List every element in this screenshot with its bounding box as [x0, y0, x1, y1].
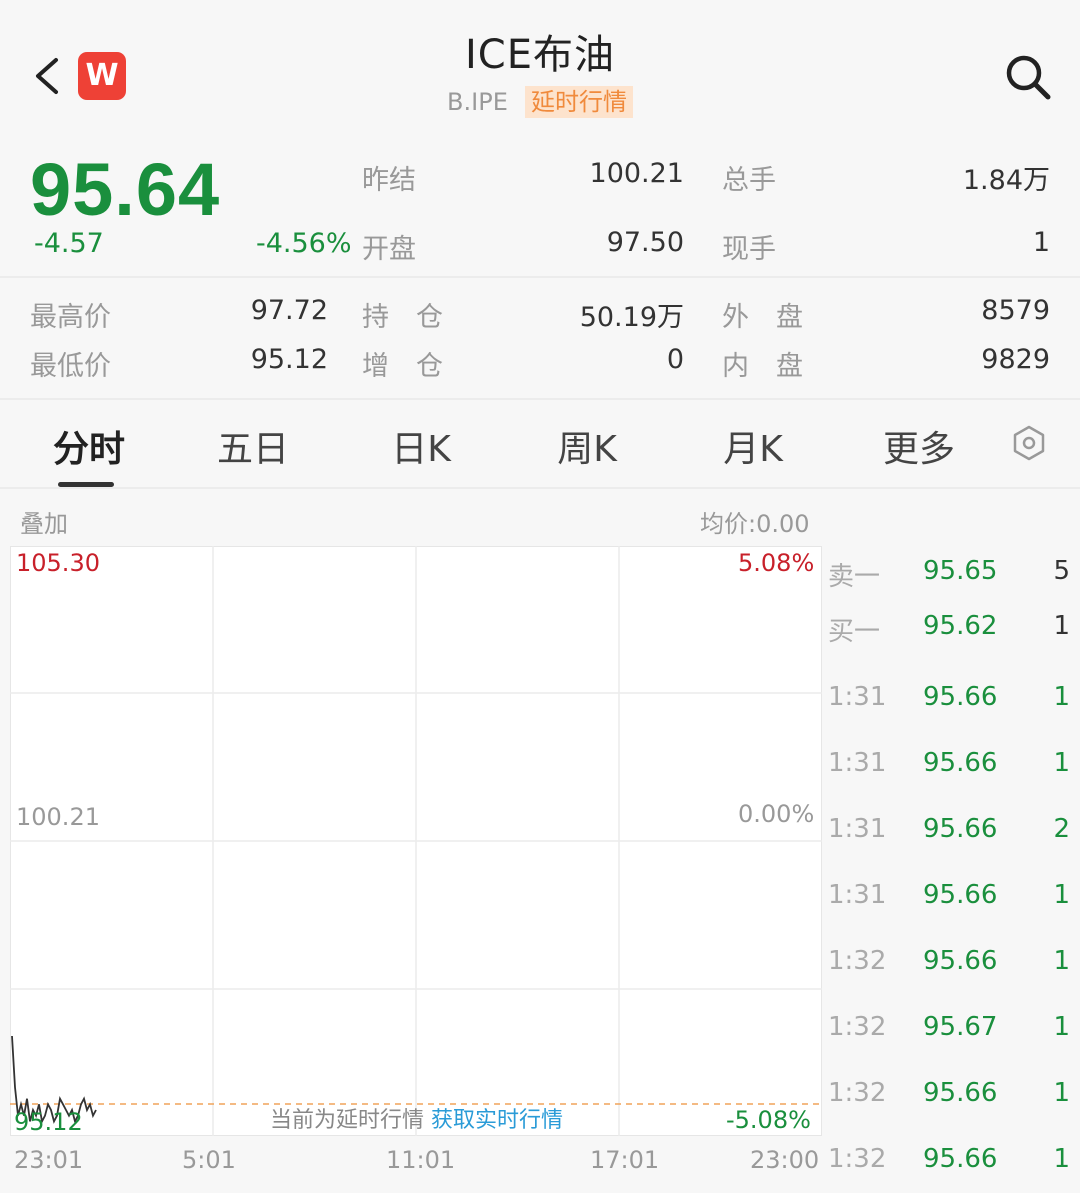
tab-more[interactable]: 更多 — [854, 420, 984, 472]
y-axis-bottom-label: 95.12 — [14, 1108, 83, 1136]
last-price: 95.64 — [30, 148, 221, 231]
delay-notice-text: 当前为延时行情 — [270, 1108, 425, 1133]
x-axis-tick: 5:01 — [182, 1146, 236, 1174]
settings-icon[interactable] — [1010, 424, 1048, 462]
tick-row: 1:32 95.66 1 — [828, 1144, 1080, 1184]
tab-intraday[interactable]: 分时 — [24, 420, 154, 472]
tick-time: 1:32 — [828, 1078, 887, 1108]
tick-price: 95.66 — [923, 814, 998, 844]
y-axis-mid-label: 100.21 — [16, 803, 100, 831]
tick-time: 1:31 — [828, 682, 887, 712]
stat-value: 1.84万 — [962, 165, 1050, 196]
tick-time: 1:31 — [828, 814, 887, 844]
y-axis-top-label: 105.30 — [16, 549, 100, 577]
stat-value: 97.72 — [250, 295, 328, 326]
tick-price: 95.66 — [923, 682, 998, 712]
chart-tabs: 分时 五日 日K 周K 月K 更多 — [0, 400, 1080, 488]
quote-page: W ICE布油 B.IPE 延时行情 95.64 -4.57 -4.56% 昨结… — [0, 0, 1080, 1193]
stat-label: 最高价 — [30, 302, 111, 333]
pct-axis-top-label: 5.08% — [738, 549, 815, 577]
stat-value: 97.50 — [606, 227, 684, 258]
stat-value: 100.21 — [589, 158, 684, 189]
stat-value: 50.19万 — [579, 302, 684, 333]
tab-monthly-k[interactable]: 月K — [688, 420, 818, 472]
stat-label: 增 仓 — [362, 351, 443, 382]
stat-label: 现手 — [722, 234, 776, 265]
tick-row: 1:31 95.66 1 — [828, 682, 1080, 722]
tick-volume: 2 — [1053, 814, 1070, 844]
tick-price: 95.67 — [923, 1012, 998, 1042]
x-axis-tick: 17:01 — [590, 1146, 660, 1174]
tick-volume: 1 — [1053, 748, 1070, 778]
tick-time: 1:32 — [828, 1144, 887, 1174]
divider — [0, 276, 1080, 278]
tick-time: 1:31 — [828, 880, 887, 910]
tick-volume: 1 — [1053, 946, 1070, 976]
contract-code: B.IPE — [447, 88, 508, 116]
pct-axis-mid-label: 0.00% — [738, 800, 815, 828]
tab-daily-k[interactable]: 日K — [356, 420, 486, 472]
stat-label: 最低价 — [30, 351, 111, 382]
tick-time: 1:32 — [828, 946, 887, 976]
search-icon[interactable] — [1003, 52, 1053, 102]
stat-label: 开盘 — [362, 234, 416, 265]
tick-time: 1:32 — [828, 1012, 887, 1042]
tick-price: 95.66 — [923, 748, 998, 778]
stat-value: 9829 — [981, 344, 1050, 375]
stat-label: 持 仓 — [362, 302, 443, 333]
stat-label: 内 盘 — [722, 351, 803, 382]
tick-volume: 1 — [1053, 1144, 1070, 1174]
order-book-price: 95.65 — [923, 556, 998, 586]
tick-price: 95.66 — [923, 1078, 998, 1108]
stat-value: 8579 — [981, 295, 1050, 326]
order-book-label: 卖一 — [828, 562, 881, 592]
order-book-volume: 1 — [1053, 611, 1070, 641]
tick-volume: 1 — [1053, 1078, 1070, 1108]
price-change-pct: -4.56% — [256, 228, 352, 259]
tick-row: 1:31 95.66 2 — [828, 814, 1080, 854]
tick-row: 1:32 95.67 1 — [828, 1012, 1080, 1052]
x-axis-tick: 23:01 — [14, 1146, 84, 1174]
tick-row: 1:31 95.66 1 — [828, 748, 1080, 788]
price-change: -4.57 — [34, 228, 104, 259]
tick-volume: 1 — [1053, 682, 1070, 712]
delay-badge: 延时行情 — [524, 86, 633, 118]
overlay-button[interactable]: 叠加 — [20, 504, 68, 539]
order-book-label: 买一 — [828, 617, 881, 647]
delay-notice: 当前为延时行情 获取实时行情 — [270, 1102, 563, 1134]
stat-label: 昨结 — [362, 165, 416, 196]
avg-price-label: 均价:0.00 — [700, 510, 810, 538]
tick-time: 1:31 — [828, 748, 887, 778]
tick-volume: 1 — [1053, 1012, 1070, 1042]
order-book-price: 95.62 — [923, 611, 998, 641]
get-realtime-link[interactable]: 获取实时行情 — [431, 1108, 563, 1133]
divider — [0, 487, 1080, 489]
x-axis-tick: 11:01 — [386, 1146, 456, 1174]
tick-price: 95.66 — [923, 880, 998, 910]
header: W ICE布油 B.IPE 延时行情 — [0, 0, 1080, 135]
order-book-row: 买一 95.62 1 — [828, 611, 1080, 651]
tick-row: 1:32 95.66 1 — [828, 1078, 1080, 1118]
stat-label: 外 盘 — [722, 302, 803, 333]
tick-row: 1:32 95.66 1 — [828, 946, 1080, 986]
tick-volume: 1 — [1053, 880, 1070, 910]
x-axis-tick: 23:00 — [750, 1146, 820, 1174]
order-book-row: 卖一 95.65 5 — [828, 556, 1080, 596]
intraday-chart[interactable] — [10, 546, 822, 1136]
subtitle-line: B.IPE 延时行情 — [0, 86, 1080, 118]
stat-value: 0 — [666, 344, 684, 375]
tab-weekly-k[interactable]: 周K — [522, 420, 652, 472]
tick-price: 95.66 — [923, 1144, 998, 1174]
tick-price: 95.66 — [923, 946, 998, 976]
tick-row: 1:31 95.66 1 — [828, 880, 1080, 920]
stat-label: 总手 — [722, 165, 776, 196]
order-book-volume: 5 — [1053, 556, 1070, 586]
tab-five-day[interactable]: 五日 — [188, 420, 318, 472]
pct-axis-bottom-label: -5.08% — [726, 1106, 811, 1134]
page-title: ICE布油 — [465, 32, 615, 78]
stat-value: 1 — [1032, 227, 1050, 258]
stat-value: 95.12 — [250, 344, 328, 375]
